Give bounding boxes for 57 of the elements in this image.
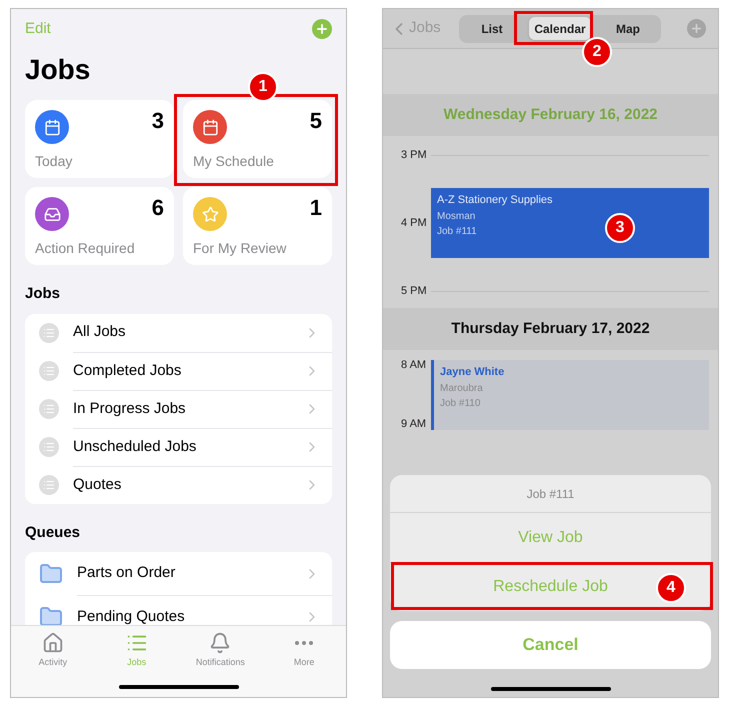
folder-icon: [39, 562, 63, 586]
section-title: Jobs: [25, 284, 62, 304]
card-count: 6: [152, 197, 164, 219]
list-item[interactable]: Quotes: [25, 466, 332, 504]
card-label: Action Required: [35, 239, 136, 258]
list-item[interactable]: Parts on Order: [25, 552, 332, 595]
list-icon: [39, 436, 59, 456]
sheet-title: Job #111: [390, 475, 711, 513]
folder-icon: [39, 604, 63, 625]
list-icon: [39, 322, 59, 342]
event-suburb: Mosman: [437, 210, 476, 224]
list-icon: [39, 398, 59, 418]
card-count: 5: [310, 110, 322, 132]
segment-tab[interactable]: Calendar: [529, 17, 591, 40]
list-item[interactable]: Completed Jobs: [25, 352, 332, 390]
bell-icon: [209, 632, 232, 654]
card-count: 1: [310, 197, 322, 219]
house-icon: [42, 632, 64, 654]
event-job-number: Job #111: [437, 224, 477, 238]
day-header: Thursday February 17, 2022: [383, 308, 718, 350]
list-item[interactable]: Unscheduled Jobs: [25, 428, 332, 466]
time-label: 4 PM: [401, 218, 428, 228]
summary-card[interactable]: 5 My Schedule: [183, 100, 332, 178]
event-title: Jayne White: [440, 365, 504, 380]
time-label: 8 AM: [401, 360, 428, 371]
summary-card[interactable]: 6 Action Required: [25, 187, 174, 265]
more-icon: [295, 641, 314, 645]
list-label: In Progress Jobs: [73, 398, 186, 419]
section-title: Queues: [25, 522, 82, 542]
list-icon: [39, 360, 59, 380]
time-label: 9 AM: [401, 419, 428, 430]
event-job-number: Job #110: [440, 396, 480, 410]
summary-card[interactable]: 1 For My Review: [183, 187, 332, 265]
list-label: Parts on Order: [77, 563, 176, 584]
list-item[interactable]: In Progress Jobs: [25, 390, 332, 428]
list-label: All Jobs: [73, 322, 126, 342]
card-label: For My Review: [193, 239, 288, 258]
add-icon[interactable]: [312, 19, 332, 39]
list-label: Pending Quotes: [77, 606, 185, 625]
page-title: Jobs: [25, 53, 90, 87]
segment-tab[interactable]: Map: [597, 17, 659, 40]
card-label: My Schedule: [193, 152, 275, 171]
day-header: Wednesday February 16, 2022: [383, 94, 718, 136]
list-item[interactable]: All Jobs: [25, 314, 332, 352]
list-label: Quotes: [73, 474, 122, 495]
add-icon[interactable]: [687, 19, 706, 38]
card-count: 3: [152, 110, 164, 132]
list-icon: [39, 474, 59, 494]
event-suburb: Maroubra: [440, 382, 483, 396]
summary-card[interactable]: 3 Today: [25, 100, 174, 178]
list-label: Unscheduled Jobs: [73, 436, 196, 457]
segment-tab[interactable]: List: [461, 17, 523, 40]
event-title: A-Z Stationery Supplies: [437, 193, 553, 208]
card-label: Today: [35, 152, 74, 171]
time-label: 3 PM: [401, 148, 428, 163]
time-label: 5 PM: [401, 284, 428, 299]
list-label: Completed Jobs: [73, 360, 182, 381]
